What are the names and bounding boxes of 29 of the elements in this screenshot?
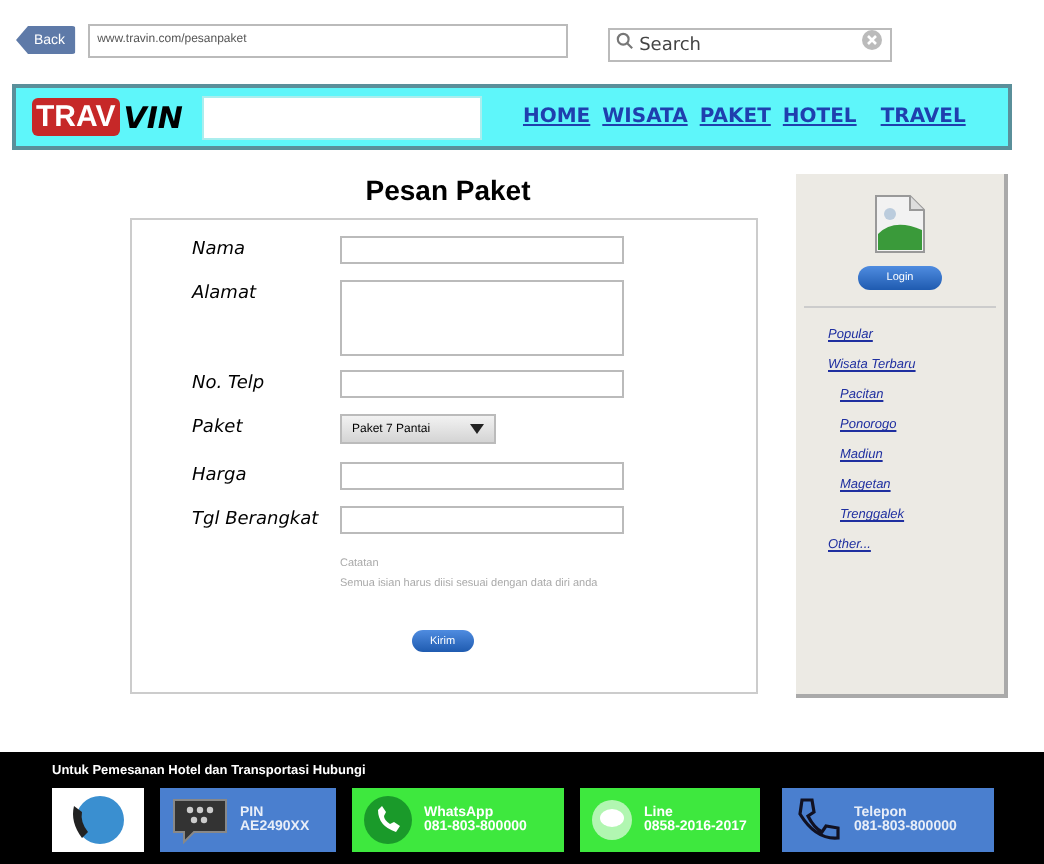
- field-label: Alamat: [192, 282, 259, 304]
- nav-link[interactable]: HOTEL: [782, 106, 857, 128]
- nav-link[interactable]: TRAVEL: [880, 106, 966, 128]
- header-search-field[interactable]: [202, 95, 483, 139]
- field-label: Nama: [192, 238, 248, 260]
- nav-link[interactable]: PAKET: [699, 106, 771, 128]
- nav-link[interactable]: WISATA: [602, 106, 688, 128]
- contact-card[interactable]: [52, 788, 144, 852]
- phone-icon: [792, 794, 844, 846]
- input-field[interactable]: [340, 236, 624, 264]
- input-field[interactable]: [340, 506, 624, 534]
- field-label: No. Telp: [192, 372, 267, 394]
- input-field[interactable]: [340, 370, 624, 398]
- logo-mark: TRAV: [32, 98, 120, 136]
- logo-text: VIN: [123, 99, 183, 135]
- input-field[interactable]: [340, 462, 624, 490]
- image-placeholder-icon: [874, 194, 926, 254]
- chat-bubble-icon: [170, 796, 230, 844]
- field-label: Harga: [192, 464, 249, 486]
- search-field[interactable]: Search: [607, 28, 892, 62]
- clear-icon[interactable]: [861, 30, 882, 50]
- field-label: Tgl Berangkat: [192, 508, 321, 530]
- nav-link[interactable]: HOME: [522, 106, 591, 128]
- chat-bubble-icon: [590, 798, 634, 842]
- text-area[interactable]: [340, 280, 624, 356]
- caret-icon: [470, 424, 484, 434]
- field-label: Paket: [192, 416, 245, 438]
- form-title: Pesan Paket: [365, 174, 531, 206]
- phone-bubble-icon: [362, 794, 414, 846]
